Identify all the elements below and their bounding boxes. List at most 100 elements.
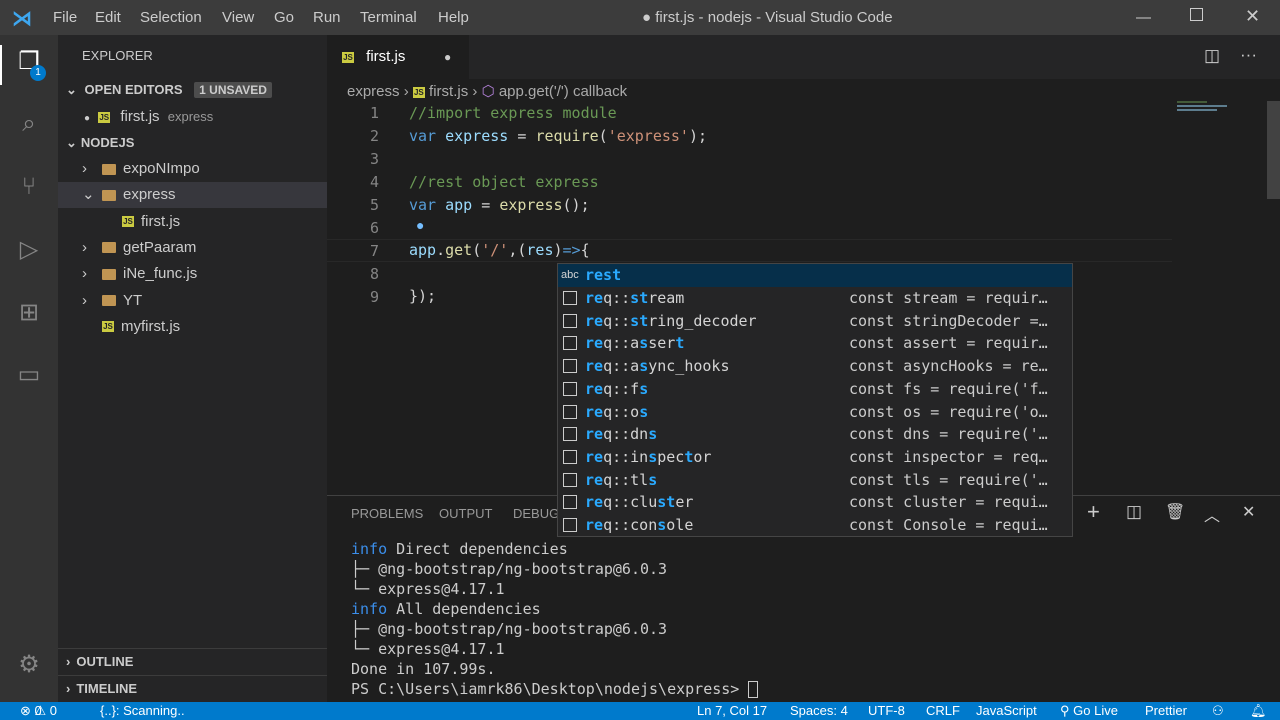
terminal-cursor[interactable] <box>748 681 759 698</box>
suggestion-detail: const tls = require('… <box>849 470 1048 489</box>
open-editor-item[interactable]: ● JS first.js express <box>58 104 327 130</box>
tree-item[interactable]: › expoNImpo <box>58 156 327 182</box>
indentation[interactable]: Spaces: 4 <box>790 702 848 720</box>
suggestion-label: req::dns <box>585 425 658 444</box>
go-live-button[interactable]: ⚲ Go Live <box>1060 702 1118 720</box>
tree-item[interactable]: › getPaaram <box>58 235 327 261</box>
unsaved-dot-icon[interactable]: ● <box>444 35 451 79</box>
menu-view[interactable]: View <box>222 9 254 26</box>
close-button[interactable]: ✕ <box>1245 6 1260 27</box>
tab-problems[interactable]: PROBLEMS <box>351 506 423 521</box>
code-line-7: app.get('/',(res)=>{ <box>409 241 590 259</box>
explorer-badge: 1 <box>30 65 46 81</box>
suggestion-item[interactable]: req::stream const stream = requir… <box>558 287 1072 310</box>
settings-gear-icon[interactable]: ⚙ <box>14 650 44 680</box>
timeline-section[interactable]: › TIMELINE <box>58 675 327 701</box>
menu-edit[interactable]: Edit <box>95 9 121 26</box>
suggestion-item[interactable]: req::dns const dns = require('… <box>558 423 1072 446</box>
code-line-2: var express = require('express'); <box>409 127 708 145</box>
suggestion-item[interactable]: req::assert const assert = requir… <box>558 332 1072 355</box>
folder-icon <box>102 295 116 307</box>
notifications-bell-icon[interactable]: 🔔︎ <box>1250 702 1267 720</box>
suggestion-item[interactable]: req::string_decoder const stringDecoder =… <box>558 310 1072 333</box>
suggestion-item[interactable]: req::os const os = require('o… <box>558 401 1072 424</box>
more-actions-icon[interactable]: ··· <box>1240 45 1257 65</box>
minimap[interactable] <box>1177 101 1267 121</box>
tree-item[interactable]: ⌄ express <box>58 182 327 209</box>
search-icon[interactable]: ⌕ <box>14 109 44 139</box>
suggestion-item-selected[interactable]: abc rest <box>558 264 1072 287</box>
tree-item[interactable]: JS first.js <box>58 209 327 235</box>
folder-icon <box>102 163 116 175</box>
suggestion-item[interactable]: req::tls const tls = require('… <box>558 469 1072 492</box>
folder-icon <box>102 242 116 254</box>
extensions-icon[interactable]: ⊞ <box>14 298 44 328</box>
suggestion-item[interactable]: req::cluster const cluster = requi… <box>558 491 1072 514</box>
tree-item[interactable]: › iNe_func.js <box>58 261 327 287</box>
tab-debug[interactable]: DEBUG <box>513 506 559 521</box>
suggestion-detail: const stream = requir… <box>849 289 1048 307</box>
vertical-scrollbar[interactable] <box>1267 101 1280 199</box>
maximize-button[interactable] <box>1190 8 1203 21</box>
tab-output[interactable]: OUTPUT <box>439 506 492 521</box>
code-line-4: //rest object express <box>409 173 599 191</box>
status-bar: ⊗ 0 ⚠ 0 {..}: Scanning.. Ln 7, Col 17 Sp… <box>0 702 1280 720</box>
suggestion-item[interactable]: req::async_hooks const asyncHooks = re… <box>558 355 1072 378</box>
chevron-right-icon: › <box>82 160 87 177</box>
run-debug-icon[interactable]: ▷ <box>14 235 44 265</box>
terminal-line: Done in 107.99s. <box>351 660 496 678</box>
lightbulb-icon[interactable]: ● <box>416 217 424 233</box>
suggestion-item[interactable]: req::fs const fs = require('f… <box>558 378 1072 401</box>
chevron-right-icon: › <box>82 238 87 256</box>
nodejs-folder-section[interactable]: ⌄ NODEJS <box>58 130 327 156</box>
breadcrumb-folder[interactable]: express <box>347 83 400 100</box>
js-file-icon: JS <box>342 51 354 63</box>
source-control-icon[interactable]: ⑂ <box>14 172 44 202</box>
line-number: 9 <box>369 288 379 306</box>
line-ending[interactable]: CRLF <box>926 702 960 720</box>
module-icon <box>563 449 577 464</box>
terminal-line: ├─ @ng-bootstrap/ng-bootstrap@6.0.3 <box>351 560 668 578</box>
tab-first-js[interactable]: JS first.js ● <box>327 35 469 79</box>
new-terminal-icon[interactable]: + <box>1087 499 1100 525</box>
suggestion-detail: const cluster = requi… <box>849 493 1048 512</box>
menu-selection[interactable]: Selection <box>140 9 202 26</box>
menu-run[interactable]: Run <box>313 9 341 26</box>
breadcrumb-symbol[interactable]: app.get('/') callback <box>499 83 627 100</box>
menu-terminal[interactable]: Terminal <box>360 9 417 26</box>
prettier-status[interactable]: Prettier <box>1145 702 1187 720</box>
module-icon <box>563 359 577 374</box>
breadcrumb: express › JS first.js › ⬡ app.get('/') c… <box>347 83 628 100</box>
line-number: 8 <box>369 265 379 283</box>
tree-item[interactable]: JS myfirst.js <box>58 314 327 340</box>
module-icon <box>563 404 577 419</box>
maximize-panel-icon[interactable]: ︿ <box>1204 502 1220 526</box>
split-terminal-icon[interactable]: ◫ <box>1126 502 1142 522</box>
tree-item[interactable]: › YT <box>58 288 327 314</box>
language-mode[interactable]: JavaScript <box>976 702 1037 720</box>
menu-file[interactable]: File <box>53 9 77 26</box>
cursor-position[interactable]: Ln 7, Col 17 <box>697 702 767 720</box>
open-editors-section[interactable]: ⌄ OPEN EDITORS 1 UNSAVED <box>58 77 327 103</box>
unsaved-badge: 1 UNSAVED <box>194 82 272 98</box>
chevron-right-icon: › <box>82 265 87 283</box>
module-icon <box>563 313 577 328</box>
minimize-button[interactable]: — <box>1136 9 1151 26</box>
feedback-icon[interactable]: ⚇ <box>1212 702 1224 720</box>
errors-warnings[interactable]: ⊗ 0 ⚠ 0 <box>20 702 57 720</box>
breadcrumb-file[interactable]: first.js <box>429 83 468 100</box>
outline-section[interactable]: › OUTLINE <box>58 648 327 674</box>
remote-explorer-icon[interactable]: ▭ <box>14 360 44 390</box>
split-editor-icon[interactable]: ◫ <box>1204 46 1220 66</box>
menu-help[interactable]: Help <box>438 9 469 26</box>
scanning-status[interactable]: {..}: Scanning.. <box>100 702 185 720</box>
close-panel-icon[interactable]: ✕ <box>1242 502 1255 522</box>
suggestion-label: req::stream <box>585 289 685 307</box>
encoding[interactable]: UTF-8 <box>868 702 905 720</box>
trash-icon[interactable]: 🗑 <box>1165 502 1185 522</box>
menu-go[interactable]: Go <box>274 9 294 26</box>
suggestion-item[interactable]: req::console const Console = requi… <box>558 514 1072 537</box>
title-bar: ⋊ File Edit Selection View Go Run Termin… <box>0 0 1280 35</box>
suggestion-item[interactable]: req::inspector const inspector = req… <box>558 446 1072 469</box>
suggestion-label: req::assert <box>585 334 685 353</box>
